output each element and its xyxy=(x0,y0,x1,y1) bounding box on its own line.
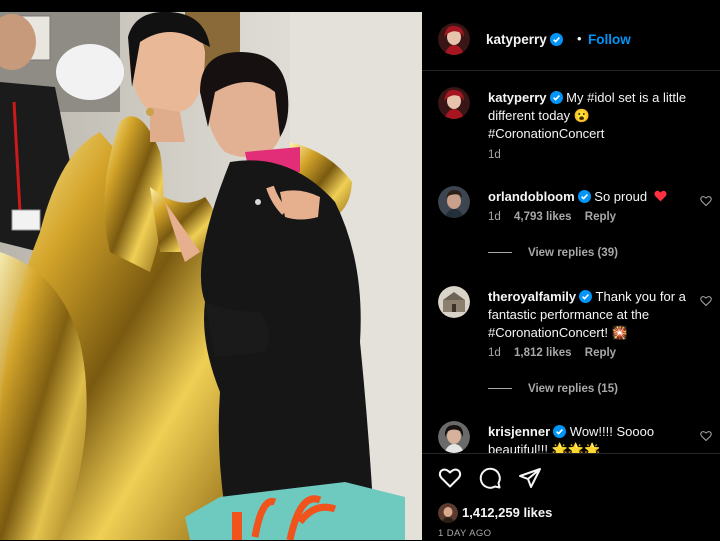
post-photo-illustration xyxy=(0,12,422,540)
commenter-avatar[interactable] xyxy=(438,286,470,318)
verified-badge-icon xyxy=(579,290,593,303)
comment-age: 1d xyxy=(488,211,501,223)
verified-badge-icon xyxy=(577,190,591,203)
comment-body: krisjenner Wow!!!! Soooo beautiful!!! 🌟🌟… xyxy=(488,423,708,453)
view-replies-link[interactable]: View replies (39) xyxy=(488,247,618,259)
heart-icon[interactable] xyxy=(438,466,462,490)
comment-meta: 1d 1,812 likes Reply xyxy=(488,347,626,359)
verified-badge-icon xyxy=(549,91,563,104)
author-avatar[interactable] xyxy=(438,23,470,55)
caption-author-avatar[interactable] xyxy=(438,87,470,119)
comment-username[interactable]: krisjenner xyxy=(488,424,550,439)
post-actions-bar: 1,412,259 likes 1 DAY AGO xyxy=(422,453,720,541)
caption-age: 1d xyxy=(488,149,501,161)
comment-username[interactable]: theroyalfamily xyxy=(488,289,576,304)
author-username[interactable]: katyperry xyxy=(486,32,563,47)
commenter-avatar[interactable] xyxy=(438,421,470,453)
post-timestamp: 1 DAY AGO xyxy=(438,528,492,539)
post-side-panel: katyperry • Follow katyperry My #idol se… xyxy=(422,12,720,540)
view-replies-text[interactable]: View replies (39) xyxy=(528,247,618,259)
like-heart-small-icon[interactable] xyxy=(700,195,712,207)
caption-body: katyperry My #idol set is a little diffe… xyxy=(488,89,708,143)
comment-age: 1d xyxy=(488,347,501,359)
comment-likes[interactable]: 1,812 likes xyxy=(514,347,572,359)
header-separator-dot: • xyxy=(577,31,582,46)
comment-icon[interactable] xyxy=(478,466,502,490)
comments-list[interactable]: katyperry My #idol set is a little diffe… xyxy=(422,71,720,453)
caption-username[interactable]: katyperry xyxy=(488,90,547,105)
post-photo[interactable] xyxy=(0,12,422,540)
post-header: katyperry • Follow xyxy=(422,12,720,71)
view-replies-text[interactable]: View replies (15) xyxy=(528,383,618,395)
comment-body: theroyalfamily Thank you for a fantastic… xyxy=(488,288,708,342)
window-top-band xyxy=(0,0,720,12)
comment-reply-button[interactable]: Reply xyxy=(585,211,616,223)
comment-meta: 1d 4,793 likes Reply xyxy=(488,211,626,223)
author-username-text[interactable]: katyperry xyxy=(486,32,547,47)
follow-button[interactable]: Follow xyxy=(588,32,631,47)
caption-meta: 1d xyxy=(488,149,511,161)
comment-likes[interactable]: 4,793 likes xyxy=(514,211,572,223)
like-heart-small-icon[interactable] xyxy=(700,430,712,442)
comment-username[interactable]: orlandobloom xyxy=(488,189,575,204)
verified-badge-icon xyxy=(549,33,563,46)
share-icon[interactable] xyxy=(518,466,542,490)
comment-text: So proud xyxy=(594,189,648,204)
view-replies-link[interactable]: View replies (15) xyxy=(488,383,618,395)
comment-body: orlandobloom So proud xyxy=(488,188,708,206)
verified-badge-icon xyxy=(553,425,567,438)
like-heart-small-icon[interactable] xyxy=(700,295,712,307)
like-count[interactable]: 1,412,259 likes xyxy=(462,505,552,520)
replies-divider-line xyxy=(488,388,512,390)
commenter-avatar[interactable] xyxy=(438,186,470,218)
red-heart-emoji-icon xyxy=(654,190,667,202)
comment-reply-button[interactable]: Reply xyxy=(585,347,616,359)
replies-divider-line xyxy=(488,252,512,254)
liker-avatar xyxy=(438,503,458,523)
